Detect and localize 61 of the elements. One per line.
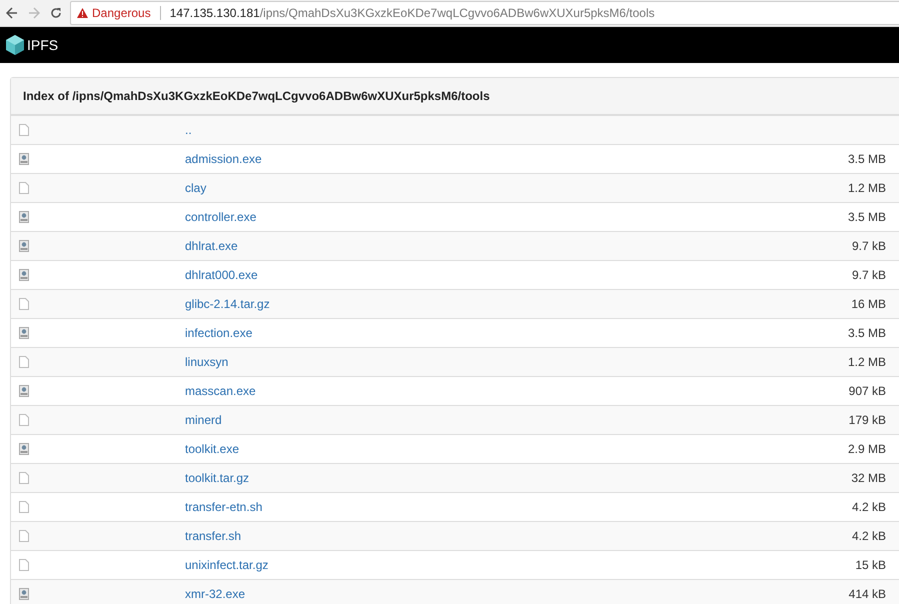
- file-link[interactable]: toolkit.exe: [185, 442, 240, 456]
- file-icon: [19, 182, 29, 194]
- file-size: 1.2 MB: [848, 181, 887, 195]
- file-size: 3.5 MB: [848, 152, 887, 166]
- file-link[interactable]: unixinfect.tar.gz: [185, 558, 268, 572]
- executable-icon: [19, 269, 29, 281]
- file-link[interactable]: xmr-32.exe: [185, 587, 246, 601]
- file-link[interactable]: controller.exe: [185, 210, 256, 224]
- file-size: 414 kB: [848, 587, 887, 601]
- cube-icon: [6, 35, 24, 55]
- file-size: 3.5 MB: [848, 210, 887, 224]
- file-link[interactable]: clay: [185, 181, 206, 195]
- file-size: 1.2 MB: [848, 355, 887, 369]
- url-host: 147.135.130.181: [170, 6, 260, 20]
- file-link[interactable]: dhlrat.exe: [185, 239, 238, 253]
- back-arrow-icon: [6, 7, 18, 19]
- file-link[interactable]: glibc-2.14.tar.gz: [185, 297, 270, 311]
- warning-icon: [77, 8, 88, 18]
- file-icon: [19, 124, 29, 136]
- file-icon: [19, 501, 29, 513]
- file-size: 9.7 kB: [852, 239, 887, 253]
- file-link[interactable]: ..: [185, 123, 192, 137]
- file-size: 4.2 kB: [852, 500, 887, 514]
- file-icon: [19, 298, 29, 310]
- file-link[interactable]: masscan.exe: [185, 384, 256, 398]
- executable-icon: [19, 327, 29, 339]
- address-bar[interactable]: Dangerous 147.135.130.181/ipns/QmahDsXu3KGxzkEoKDe7wqLCgvvo6ADBw6wXUXur5pksM6/tools: [70, 1, 899, 25]
- listing-title: Index of /ipns/QmahDsXu3KGxzkEoKDe7wqLCgvvo6ADBw6wXUXur5pksM6/tools: [11, 78, 899, 115]
- file-link[interactable]: dhlrat000.exe: [185, 268, 258, 282]
- file-size: 32 MB: [851, 471, 887, 485]
- executable-icon: [19, 588, 29, 600]
- executable-icon: [19, 240, 29, 252]
- executable-icon: [19, 153, 29, 165]
- file-size: 15 kB: [855, 558, 887, 572]
- file-link[interactable]: linuxsyn: [185, 355, 228, 369]
- forward-arrow-icon: [28, 7, 40, 19]
- file-size: 907 kB: [848, 384, 887, 398]
- file-size: 4.2 kB: [852, 529, 887, 543]
- file-size: 9.7 kB: [852, 268, 887, 282]
- executable-icon: [19, 211, 29, 223]
- file-link[interactable]: transfer-etn.sh: [185, 500, 262, 514]
- executable-icon: [19, 443, 29, 455]
- executable-icon: [19, 385, 29, 397]
- file-link[interactable]: minerd: [185, 413, 222, 427]
- file-icon: [19, 414, 29, 426]
- file-icon: [19, 530, 29, 542]
- file-link[interactable]: transfer.sh: [185, 529, 242, 543]
- file-size: 3.5 MB: [848, 326, 887, 340]
- file-link[interactable]: toolkit.tar.gz: [185, 471, 250, 485]
- file-link[interactable]: admission.exe: [185, 152, 262, 166]
- file-icon: [19, 356, 29, 368]
- security-label: Dangerous: [92, 6, 151, 20]
- file-icon: [19, 559, 29, 571]
- file-size: 2.9 MB: [848, 442, 887, 456]
- file-icon: [19, 472, 29, 484]
- url-path: /ipns/QmahDsXu3KGxzkEoKDe7wqLCgvvo6ADBw6wXUXur5pksM6/tools: [260, 6, 655, 20]
- brand-name: IPFS: [27, 37, 58, 53]
- reload-icon: [50, 7, 62, 19]
- file-size: 179 kB: [848, 413, 887, 427]
- file-link[interactable]: infection.exe: [185, 326, 252, 340]
- file-size: 16 MB: [851, 297, 887, 311]
